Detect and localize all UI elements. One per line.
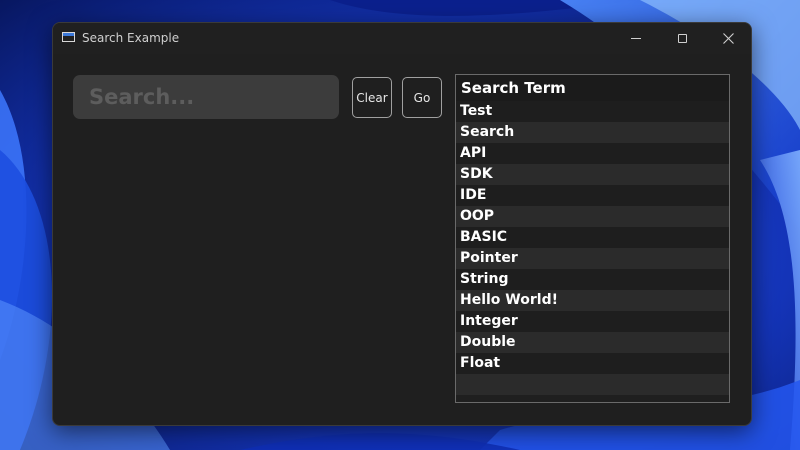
list-item[interactable]: Hello World! xyxy=(456,290,729,311)
minimize-icon xyxy=(631,38,641,39)
search-term-list[interactable]: Search Term Test Search API SDK IDE OOP … xyxy=(455,74,730,403)
list-item[interactable]: OOP xyxy=(456,206,729,227)
list-item[interactable]: Test xyxy=(456,101,729,122)
window-title: Search Example xyxy=(82,31,180,45)
list-item[interactable]: Pointer xyxy=(456,248,729,269)
go-button[interactable]: Go xyxy=(402,77,442,118)
list-item[interactable]: API xyxy=(456,143,729,164)
list-item[interactable]: Double xyxy=(456,332,729,353)
list-item-empty[interactable] xyxy=(456,374,729,395)
window-icon xyxy=(62,32,75,42)
title-bar[interactable]: Search Example xyxy=(53,23,751,54)
close-icon xyxy=(722,33,734,44)
list-item[interactable]: BASIC xyxy=(456,227,729,248)
desktop: Search Example Clear Go Search Term Test… xyxy=(0,0,800,450)
list-item[interactable]: SDK xyxy=(456,164,729,185)
list-item[interactable]: Integer xyxy=(456,311,729,332)
clear-button[interactable]: Clear xyxy=(352,77,392,118)
maximize-icon xyxy=(677,34,687,43)
list-item[interactable]: Search xyxy=(456,122,729,143)
close-button[interactable] xyxy=(705,23,751,54)
list-item[interactable]: Float xyxy=(456,353,729,374)
list-item[interactable]: IDE xyxy=(456,185,729,206)
minimize-button[interactable] xyxy=(613,23,659,54)
maximize-button[interactable] xyxy=(659,23,705,54)
app-window: Search Example Clear Go Search Term Test… xyxy=(52,22,752,426)
search-input[interactable] xyxy=(73,75,339,119)
list-item[interactable]: String xyxy=(456,269,729,290)
list-column-header[interactable]: Search Term xyxy=(456,75,729,101)
